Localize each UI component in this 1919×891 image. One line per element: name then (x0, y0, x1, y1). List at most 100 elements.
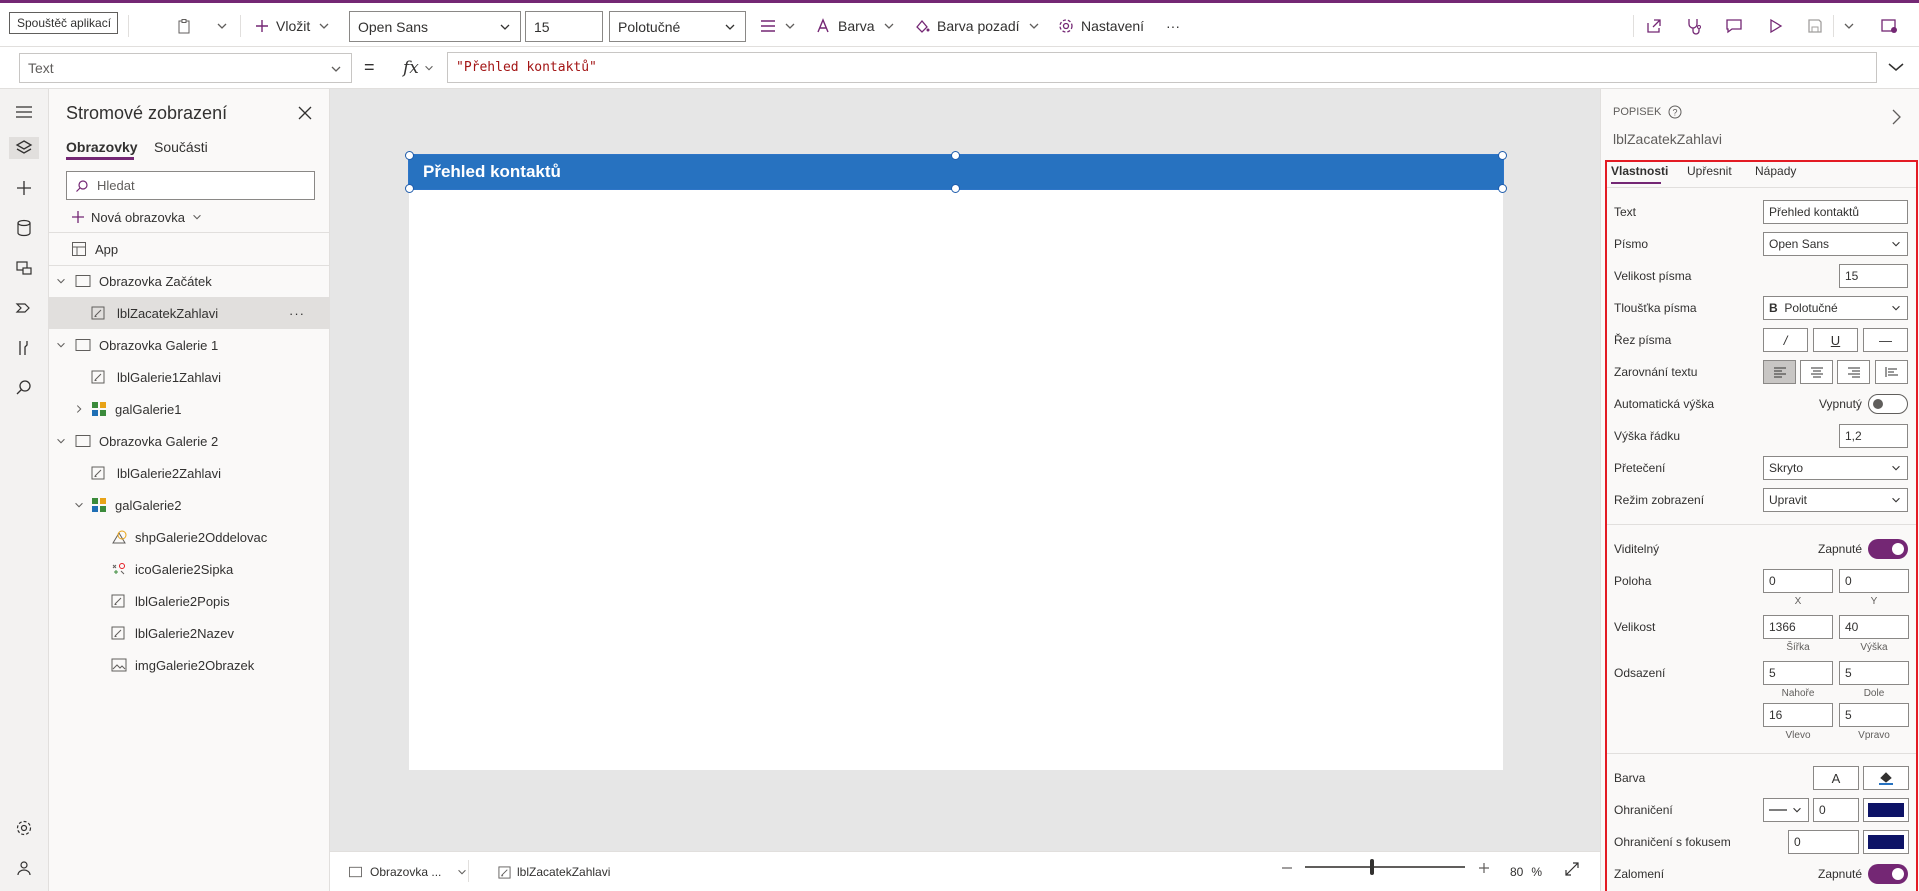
padding-right-input[interactable]: 5 (1839, 703, 1909, 727)
text-color-button[interactable]: A (1813, 766, 1859, 790)
padding-left-input[interactable]: 16 (1763, 703, 1833, 727)
rail-settings-button[interactable] (13, 817, 35, 839)
tree-search-input[interactable]: Hledat (66, 171, 315, 200)
virtual-agent-button[interactable] (13, 857, 35, 879)
fit-to-window-button[interactable] (1564, 861, 1580, 877)
app-screen[interactable] (409, 155, 1503, 770)
tab-advanced[interactable]: Upřesnit (1687, 164, 1732, 178)
strikethrough-button[interactable]: — (1863, 328, 1908, 352)
insert-button[interactable]: Vložit (255, 12, 331, 40)
tree-item-shp-oddelovac[interactable]: shpGalerie2Oddelovac (49, 521, 330, 553)
resize-handle[interactable] (951, 151, 960, 160)
resize-handle[interactable] (1498, 151, 1507, 160)
tree-item-screen-start[interactable]: Obrazovka Začátek (49, 265, 330, 297)
padding-bottom-input[interactable]: 5 (1839, 661, 1909, 685)
auto-height-toggle[interactable] (1868, 394, 1908, 414)
color-button[interactable]: Barva (815, 12, 896, 40)
resize-handle[interactable] (951, 184, 960, 193)
tab-properties[interactable]: Vlastnosti (1611, 164, 1668, 178)
tree-item-lbl-nazev[interactable]: lblGalerie2Nazev (49, 617, 330, 649)
position-y-input[interactable]: 0 (1839, 569, 1909, 593)
resize-handle[interactable] (1498, 184, 1507, 193)
property-dropdown[interactable]: Text (19, 53, 352, 83)
publish-button[interactable] (1880, 12, 1898, 40)
zoom-in-button[interactable] (1477, 861, 1491, 875)
media-button[interactable] (13, 257, 35, 279)
tree-item-ico-sipka[interactable]: icoGalerie2Sipka (49, 553, 330, 585)
border-width-input[interactable]: 0 (1813, 798, 1859, 822)
resize-handle[interactable] (405, 151, 414, 160)
advanced-tools-button[interactable] (13, 337, 35, 359)
align-button[interactable] (760, 12, 797, 40)
preview-button[interactable] (1766, 12, 1784, 40)
font-size-input[interactable]: 15 (1839, 264, 1908, 288)
zoom-slider-thumb[interactable] (1370, 859, 1374, 875)
display-mode-select[interactable]: Upravit (1763, 488, 1908, 512)
underline-button[interactable]: U (1813, 328, 1858, 352)
focused-border-color-button[interactable] (1863, 830, 1909, 854)
paste-dropdown[interactable] (215, 12, 229, 40)
formula-input[interactable]: "Přehled kontaktů" (447, 52, 1877, 83)
share-button[interactable] (1645, 12, 1663, 40)
line-height-input[interactable]: 1,2 (1839, 424, 1908, 448)
tree-item-lbl-popis[interactable]: lblGalerie2Popis (49, 585, 330, 617)
control-selector[interactable]: lblZacatekZahlavi (498, 862, 610, 882)
tree-item-gal-galerie1[interactable]: galGalerie1 (49, 393, 330, 425)
fill-color-button[interactable] (1863, 766, 1909, 790)
font-dropdown[interactable]: Open Sans (349, 11, 521, 42)
font-size-input[interactable]: 15 (525, 11, 603, 42)
tree-item-more-button[interactable]: ··· (289, 306, 305, 321)
expand-formula-button[interactable] (1887, 60, 1905, 74)
tree-view-button[interactable] (9, 137, 39, 159)
italic-button[interactable]: / (1763, 328, 1808, 352)
zoom-slider[interactable] (1305, 866, 1465, 868)
paste-button[interactable] (176, 12, 192, 40)
comments-button[interactable] (1725, 12, 1743, 40)
font-select[interactable]: Open Sans (1763, 232, 1908, 256)
position-x-input[interactable]: 0 (1763, 569, 1833, 593)
width-input[interactable]: 1366 (1763, 615, 1833, 639)
tree-item-gal-galerie2[interactable]: galGalerie2 (49, 489, 330, 521)
power-automate-button[interactable] (13, 297, 35, 319)
tree-item-lbl-zacatek-zahlavi[interactable]: lblZacatekZahlavi ··· (49, 297, 330, 329)
visible-toggle[interactable] (1868, 539, 1908, 559)
height-input[interactable]: 40 (1839, 615, 1909, 639)
more-button[interactable]: ··· (1166, 12, 1180, 40)
align-left-button[interactable] (1763, 360, 1796, 384)
tree-item-screen-gallery1[interactable]: Obrazovka Galerie 1 (49, 329, 330, 361)
bg-color-button[interactable]: Barva pozadí (914, 12, 1041, 40)
app-checker-button[interactable] (1685, 12, 1703, 40)
save-dropdown[interactable] (1842, 12, 1856, 40)
tab-screens[interactable]: Obrazovky (66, 139, 138, 155)
insert-rail-button[interactable] (13, 177, 35, 199)
border-style-select[interactable] (1763, 798, 1809, 822)
collapse-panel-button[interactable] (1890, 108, 1902, 126)
font-weight-dropdown[interactable]: Polotučné (609, 11, 746, 42)
control-name[interactable]: lblZacatekZahlavi (1613, 131, 1722, 147)
tree-item-screen-gallery2[interactable]: Obrazovka Galerie 2 (49, 425, 330, 457)
menu-button[interactable] (13, 101, 35, 123)
fx-button[interactable]: fx (403, 55, 435, 81)
padding-top-input[interactable]: 5 (1763, 661, 1833, 685)
save-button[interactable] (1806, 12, 1824, 40)
resize-handle[interactable] (405, 184, 414, 193)
tree-item-lbl-galerie1-zahlavi[interactable]: lblGalerie1Zahlavi (49, 361, 330, 393)
overflow-select[interactable]: Skryto (1763, 456, 1908, 480)
search-rail-button[interactable] (13, 377, 35, 399)
font-weight-select[interactable]: B Polotučné (1763, 296, 1908, 320)
screen-selector[interactable]: Obrazovka ... (348, 862, 468, 882)
data-button[interactable] (13, 217, 35, 239)
tree-item-lbl-galerie2-zahlavi[interactable]: lblGalerie2Zahlavi (49, 457, 330, 489)
tab-components[interactable]: Součásti (154, 139, 208, 155)
tree-item-app[interactable]: App (49, 233, 330, 265)
border-color-button[interactable] (1863, 798, 1909, 822)
align-right-button[interactable] (1837, 360, 1870, 384)
tree-item-img-obrazek[interactable]: imgGalerie2Obrazek (49, 649, 330, 681)
text-input[interactable]: Přehled kontaktů (1763, 200, 1908, 224)
settings-button[interactable]: Nastavení (1058, 12, 1144, 40)
align-center-button[interactable] (1800, 360, 1833, 384)
new-screen-button[interactable]: Nová obrazovka (71, 206, 203, 228)
wrap-toggle[interactable] (1868, 864, 1908, 884)
tab-ideas[interactable]: Nápady (1755, 164, 1796, 178)
focused-border-width-input[interactable]: 0 (1788, 830, 1859, 854)
